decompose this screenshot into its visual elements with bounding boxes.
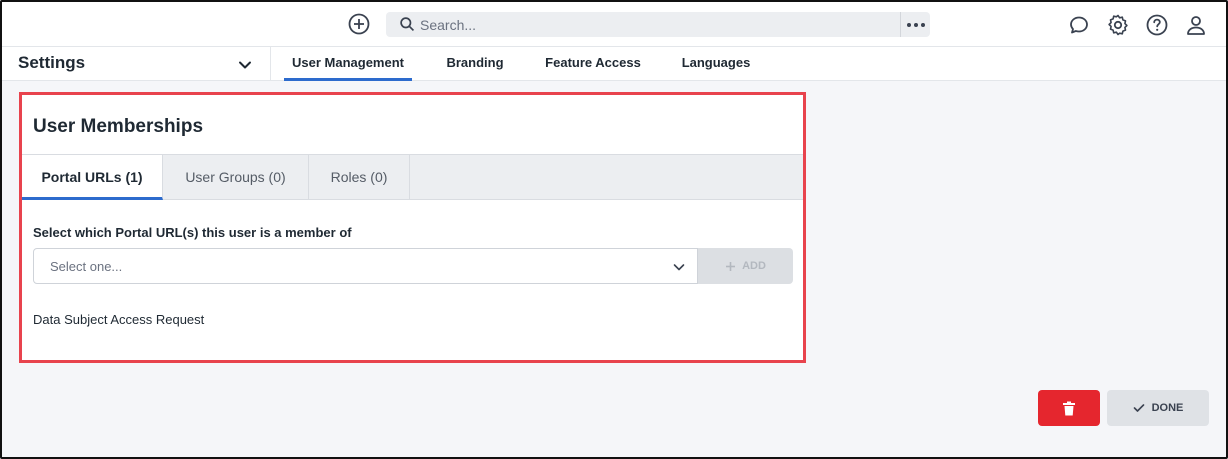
card-title: User Memberships [33,116,204,137]
more-icon [906,22,925,27]
settings-nav-bar: Settings User Management Branding Featur… [2,47,1226,81]
tab-roles[interactable]: Roles (0) [309,155,410,200]
help-icon[interactable] [1145,13,1169,37]
app-frame: Settings User Management Branding Featur… [0,0,1228,459]
add-button[interactable]: ADD [698,248,793,284]
tab-branding[interactable]: Branding [438,47,512,81]
more-options-button[interactable] [900,12,930,37]
search-input[interactable] [420,14,900,35]
page-title: Settings [18,53,86,72]
user-memberships-card: User Memberships Portal URLs (1) User Gr… [19,92,806,363]
tab-languages[interactable]: Languages [674,47,758,81]
done-button-label: DONE [1151,402,1184,414]
chevron-down-icon [673,264,685,271]
check-icon [1133,404,1144,412]
portal-url-select[interactable]: Select one... [33,248,698,284]
tab-user-groups[interactable]: User Groups (0) [163,155,309,200]
search-icon [400,17,415,32]
plus-icon [726,261,736,271]
chat-icon[interactable] [1067,13,1091,37]
top-bar [2,2,1226,47]
gear-icon[interactable] [1106,13,1130,37]
add-icon[interactable] [347,12,371,36]
list-item: Data Subject Access Request [33,312,205,327]
portal-url-prompt: Select which Portal URL(s) this user is … [33,225,352,240]
delete-button[interactable] [1038,390,1100,426]
select-placeholder: Select one... [50,259,123,274]
tab-portal-urls[interactable]: Portal URLs (1) [22,155,163,200]
nav-divider [270,47,271,81]
membership-tabs: Portal URLs (1) User Groups (0) Roles (0… [22,154,803,200]
done-button[interactable]: DONE [1107,390,1209,426]
user-icon[interactable] [1184,13,1208,37]
chevron-down-icon[interactable] [236,56,254,74]
top-icons [1067,13,1208,37]
tab-user-management[interactable]: User Management [284,47,412,81]
add-button-label: ADD [742,260,766,272]
tab-feature-access[interactable]: Feature Access [539,47,647,81]
trash-icon [1063,401,1075,415]
search-bar[interactable] [386,12,930,37]
